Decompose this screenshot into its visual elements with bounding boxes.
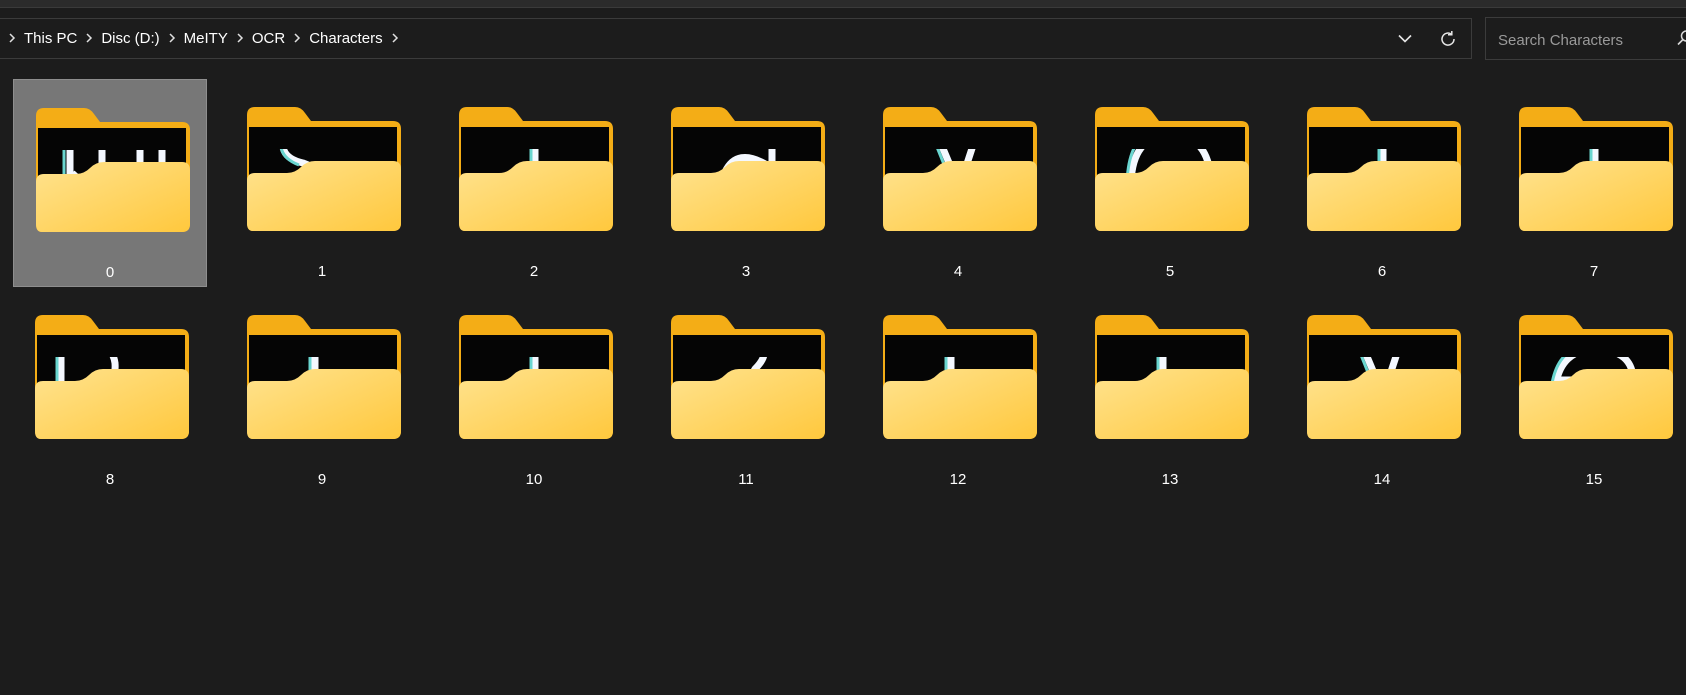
folder-icon	[1303, 313, 1463, 440]
folder-grid: 0 1 2 3 4 5 6 7 8 9 10 11 12 13 14 15	[13, 79, 1686, 495]
chevron-down-icon[interactable]	[1388, 23, 1422, 54]
address-bar[interactable]: This PC Disc (D:) MeITY OCR Characters	[0, 18, 1472, 59]
breadcrumb-item[interactable]: Characters	[308, 30, 383, 47]
window-top-strip	[0, 0, 1686, 8]
folder-name: 4	[953, 263, 963, 280]
folder-name: 10	[525, 471, 543, 488]
folder-item[interactable]: 2	[437, 79, 631, 287]
search-box[interactable]	[1485, 17, 1686, 60]
folder-icon	[1515, 105, 1675, 232]
folder-item[interactable]: 3	[649, 79, 843, 287]
folder-icon	[667, 105, 827, 232]
folder-name: 7	[1589, 263, 1599, 280]
folder-name: 0	[105, 264, 115, 281]
folder-name: 2	[529, 263, 539, 280]
folder-item[interactable]: 5	[1073, 79, 1267, 287]
breadcrumb-item[interactable]: Disc (D:)	[100, 30, 160, 47]
folder-name: 6	[1377, 263, 1387, 280]
folder-item[interactable]: 4	[861, 79, 1055, 287]
folder-name: 11	[738, 471, 754, 488]
search-icon[interactable]	[1676, 29, 1686, 52]
chevron-right-icon[interactable]	[229, 32, 251, 45]
folder-item[interactable]: 12	[861, 287, 1055, 495]
folder-name: 3	[741, 263, 751, 280]
folder-name: 12	[949, 471, 967, 488]
folder-icon	[32, 106, 192, 233]
folder-item[interactable]: 8	[13, 287, 207, 495]
folder-item[interactable]: 13	[1073, 287, 1267, 495]
folder-item[interactable]: 1	[225, 79, 419, 287]
folder-name: 8	[105, 471, 115, 488]
folder-item[interactable]: 6	[1285, 79, 1479, 287]
folder-item[interactable]: 0	[13, 79, 207, 287]
folder-icon	[31, 313, 191, 440]
breadcrumb-item[interactable]: MeITY	[183, 30, 229, 47]
folder-item[interactable]: 11	[649, 287, 843, 495]
folder-icon	[1515, 313, 1675, 440]
folder-item[interactable]: 14	[1285, 287, 1479, 495]
chevron-right-icon[interactable]	[78, 32, 100, 45]
folder-item[interactable]: 10	[437, 287, 631, 495]
folder-icon	[879, 105, 1039, 232]
breadcrumb-item[interactable]: This PC	[23, 30, 78, 47]
chevron-right-icon[interactable]	[384, 32, 406, 45]
folder-item[interactable]: 9	[225, 287, 419, 495]
folder-icon	[879, 313, 1039, 440]
folder-icon	[243, 313, 403, 440]
folder-item[interactable]: 7	[1497, 79, 1686, 287]
folder-icon	[1303, 105, 1463, 232]
breadcrumb-item[interactable]: OCR	[251, 30, 286, 47]
folder-name: 13	[1161, 471, 1179, 488]
folder-name: 1	[317, 263, 327, 280]
folder-name: 14	[1373, 471, 1391, 488]
folder-icon	[1091, 105, 1251, 232]
folder-icon	[243, 105, 403, 232]
chevron-right-icon[interactable]	[286, 32, 308, 45]
folder-icon	[455, 313, 615, 440]
refresh-icon[interactable]	[1431, 23, 1465, 54]
folder-name: 9	[317, 471, 327, 488]
chevron-right-icon[interactable]	[1, 32, 23, 45]
folder-item[interactable]: 15	[1497, 287, 1686, 495]
folder-icon	[455, 105, 615, 232]
folder-name: 15	[1585, 471, 1603, 488]
folder-icon	[1091, 313, 1251, 440]
folder-name: 5	[1165, 263, 1175, 280]
breadcrumb: This PC Disc (D:) MeITY OCR Characters	[0, 19, 406, 58]
folder-icon	[667, 313, 827, 440]
search-input[interactable]	[1496, 28, 1670, 52]
chevron-right-icon[interactable]	[161, 32, 183, 45]
